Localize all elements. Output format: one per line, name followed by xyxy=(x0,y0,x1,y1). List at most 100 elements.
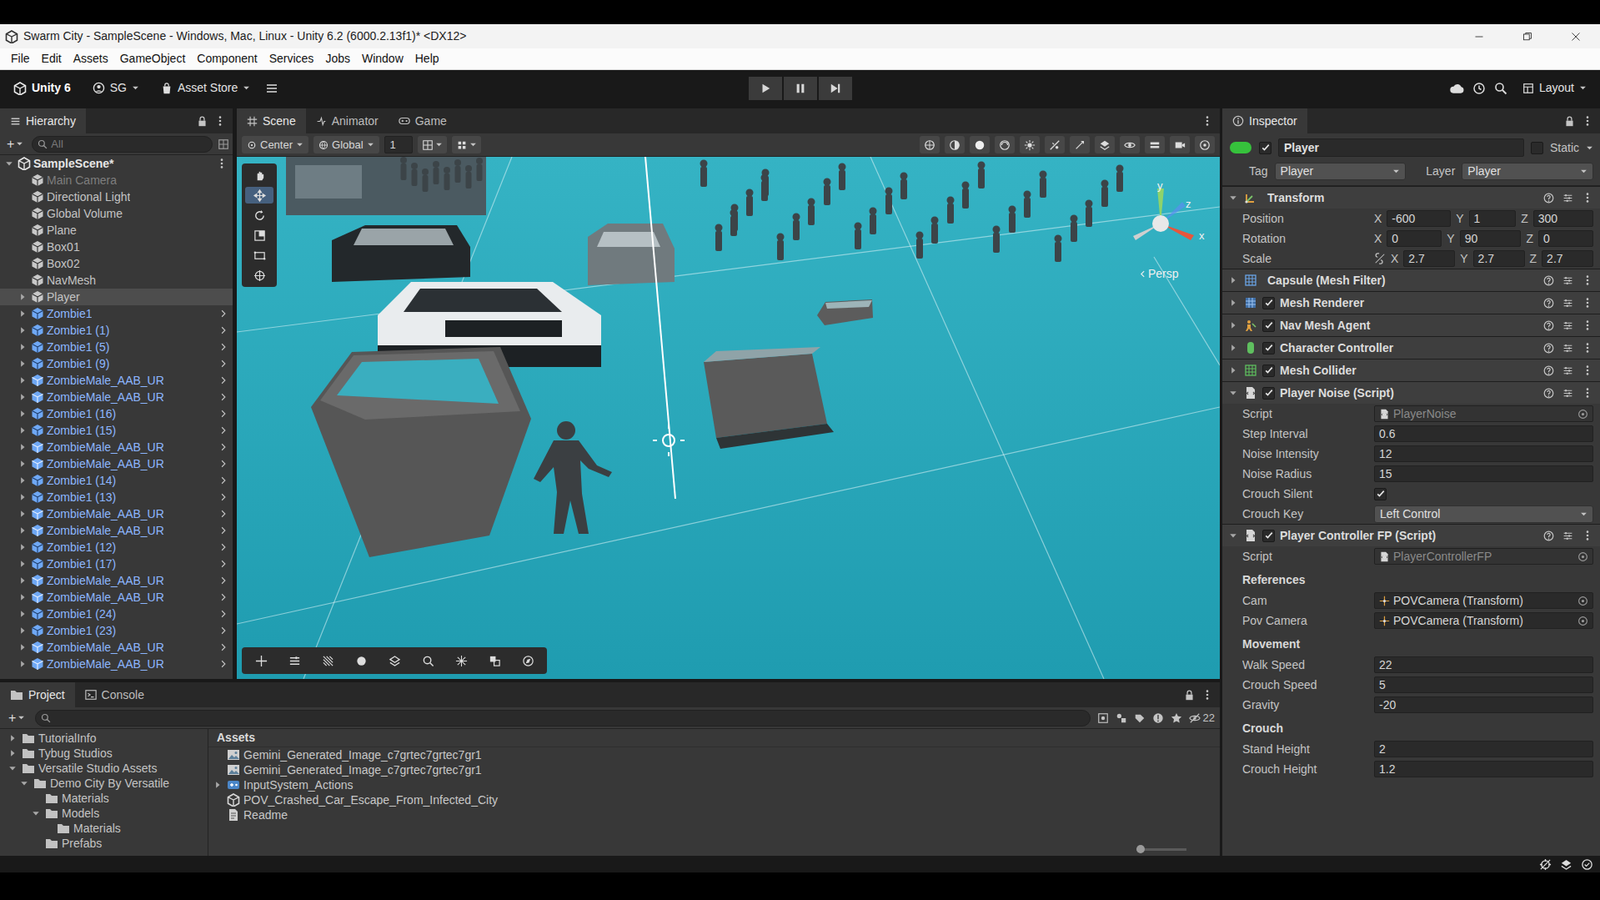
overlay-button[interactable] xyxy=(280,650,309,671)
component-menu-icon[interactable] xyxy=(1581,296,1594,309)
component-header[interactable]: Character Controller xyxy=(1222,336,1600,359)
debug-icon[interactable] xyxy=(1539,857,1552,871)
hierarchy-row[interactable]: Main Camera xyxy=(0,171,233,189)
label-icon[interactable] xyxy=(1133,712,1146,724)
folder-row[interactable]: Prefabs xyxy=(0,835,208,851)
account-button[interactable]: SG xyxy=(85,76,146,101)
object-field[interactable]: POVCamera (Transform) xyxy=(1374,611,1594,629)
foldout-arrow[interactable] xyxy=(6,748,19,758)
open-prefab-icon[interactable] xyxy=(219,409,228,418)
hierarchy-row[interactable]: Zombie1 (24) xyxy=(0,605,233,622)
component-menu-icon[interactable] xyxy=(1581,364,1594,377)
hierarchy-row[interactable]: Directional Light xyxy=(0,188,233,206)
view-tab[interactable]: Animator xyxy=(305,108,389,134)
hierarchy-row[interactable]: Zombie1 (23) xyxy=(0,621,233,639)
view-option-icon[interactable] xyxy=(1144,135,1165,154)
view-option-icon[interactable] xyxy=(919,135,940,154)
view-option-icon[interactable] xyxy=(1194,135,1215,154)
tool-button[interactable] xyxy=(245,166,274,184)
overlay-button[interactable] xyxy=(446,650,476,671)
open-prefab-icon[interactable] xyxy=(219,542,228,552)
component-menu-icon[interactable] xyxy=(1581,319,1594,332)
menu-icon[interactable] xyxy=(1201,115,1214,127)
enable-checkbox[interactable] xyxy=(1262,341,1275,355)
foldout-arrow[interactable] xyxy=(16,376,29,385)
foldout-arrow[interactable] xyxy=(16,526,29,535)
overlay-button[interactable] xyxy=(346,650,376,671)
scene-viewport[interactable]: yzxPersp xyxy=(236,156,1220,679)
log-icon[interactable] xyxy=(1152,712,1164,724)
component-header[interactable]: Player Noise (Script) xyxy=(1222,381,1600,404)
tool-button[interactable] xyxy=(245,246,274,264)
scene-menu-icon[interactable] xyxy=(215,157,228,170)
grid-size-field[interactable]: 1 xyxy=(384,135,413,154)
hierarchy-row[interactable]: Zombie1 (17) xyxy=(0,555,233,572)
hierarchy-row[interactable]: Zombie1 (14) xyxy=(0,471,233,489)
foldout-arrow[interactable] xyxy=(16,459,29,468)
view-option-icon[interactable] xyxy=(1019,135,1040,154)
icon-size-slider[interactable] xyxy=(1136,847,1187,851)
hierarchy-row[interactable]: Zombie1 xyxy=(0,305,233,322)
foldout-arrow[interactable] xyxy=(1227,388,1239,397)
number-field[interactable]: 90 xyxy=(1459,230,1522,247)
hierarchy-tab[interactable]: Hierarchy xyxy=(0,108,86,134)
foldout-arrow[interactable] xyxy=(211,780,224,789)
foldout-arrow[interactable] xyxy=(16,326,29,335)
number-field[interactable]: 2.7 xyxy=(1541,250,1594,267)
hierarchy-row[interactable]: Box02 xyxy=(0,255,233,272)
help-icon[interactable] xyxy=(1543,342,1555,354)
foldout-arrow[interactable] xyxy=(16,576,29,585)
hierarchy-row[interactable]: Zombie1 (12) xyxy=(0,538,233,556)
hierarchy-row[interactable]: Zombie1 (15) xyxy=(0,421,233,439)
open-prefab-icon[interactable] xyxy=(219,492,228,502)
asset-row[interactable]: Readme xyxy=(208,807,1220,823)
foldout-arrow[interactable] xyxy=(30,808,42,818)
open-prefab-icon[interactable] xyxy=(219,576,228,585)
hierarchy-row[interactable]: Zombie1 (1) xyxy=(0,321,233,339)
open-prefab-icon[interactable] xyxy=(219,392,228,402)
help-icon[interactable] xyxy=(1543,192,1555,204)
hierarchy-row[interactable]: ZombieMale_AAB_UR xyxy=(0,371,233,389)
hierarchy-row[interactable]: ZombieMale_AAB_UR xyxy=(0,388,233,406)
hierarchy-row[interactable]: Zombie1 (9) xyxy=(0,355,233,372)
component-menu-icon[interactable] xyxy=(1581,191,1594,204)
asset-row[interactable]: Gemini_Generated_Image_c7grtec7grtec7gr1 xyxy=(208,762,1220,778)
number-field[interactable]: 2 xyxy=(1374,740,1594,758)
help-icon[interactable] xyxy=(1543,297,1555,309)
tool-button[interactable] xyxy=(245,266,274,284)
breadcrumb[interactable]: Assets xyxy=(208,728,1220,748)
enable-checkbox[interactable] xyxy=(1262,529,1275,542)
number-field[interactable]: 22 xyxy=(1374,656,1594,673)
open-prefab-icon[interactable] xyxy=(219,476,228,485)
number-field[interactable]: 300 xyxy=(1533,210,1594,227)
foldout-arrow[interactable] xyxy=(16,609,29,618)
enable-checkbox[interactable] xyxy=(1262,364,1275,377)
open-prefab-icon[interactable] xyxy=(219,459,228,468)
menu-item[interactable]: Component xyxy=(190,50,263,68)
component-menu-icon[interactable] xyxy=(1581,341,1594,354)
pivot-dropdown[interactable]: Center xyxy=(241,135,309,154)
hierarchy-row[interactable]: ZombieMale_AAB_UR xyxy=(0,571,233,589)
hierarchy-row[interactable]: ZombieMale_AAB_UR xyxy=(0,505,233,522)
object-field[interactable]: POVCamera (Transform) xyxy=(1374,591,1594,609)
enable-checkbox[interactable] xyxy=(1262,319,1275,332)
foldout-arrow[interactable] xyxy=(16,492,29,502)
foldout-arrow[interactable] xyxy=(3,159,16,168)
restore-button[interactable] xyxy=(1503,24,1552,49)
overlay-button[interactable] xyxy=(380,650,409,671)
number-field[interactable]: 1 xyxy=(1469,210,1517,227)
foldout-arrow[interactable] xyxy=(1227,343,1239,352)
enable-checkbox[interactable] xyxy=(1262,386,1275,400)
hierarchy-row[interactable]: SampleScene* xyxy=(0,155,233,172)
filter-type-icon[interactable] xyxy=(1115,712,1128,724)
component-header[interactable]: Mesh Collider xyxy=(1222,358,1600,382)
number-field[interactable]: 2.7 xyxy=(1473,250,1525,267)
open-prefab-icon[interactable] xyxy=(219,442,228,452)
open-prefab-icon[interactable] xyxy=(219,359,228,368)
open-prefab-icon[interactable] xyxy=(219,509,228,518)
asset-store-button[interactable]: Asset Store xyxy=(154,76,257,101)
component-menu-icon[interactable] xyxy=(1581,386,1594,399)
number-field[interactable]: 12 xyxy=(1374,445,1594,462)
pause-button[interactable] xyxy=(783,76,818,101)
object-icon[interactable] xyxy=(1228,140,1253,156)
